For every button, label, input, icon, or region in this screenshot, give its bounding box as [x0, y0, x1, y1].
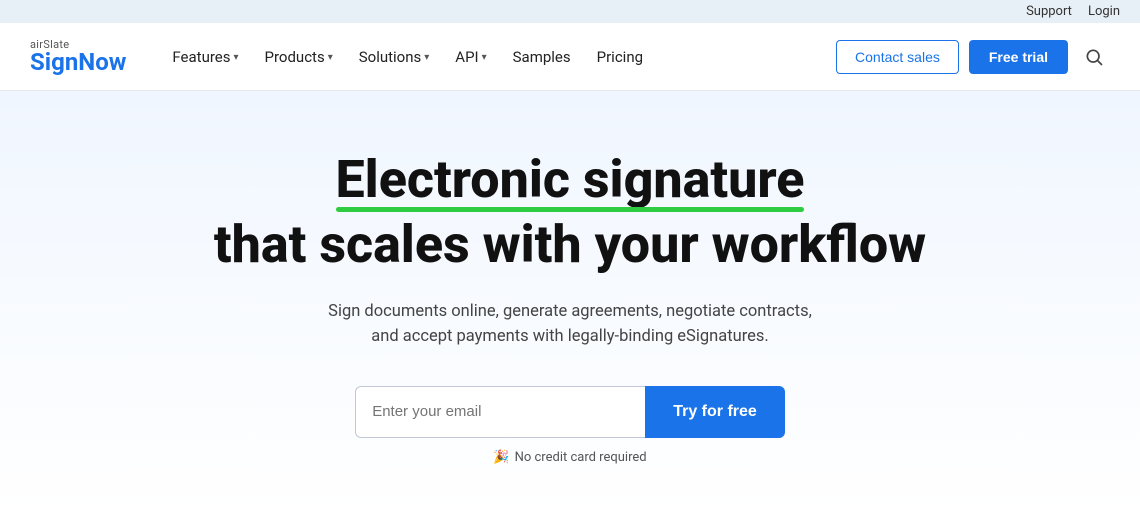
search-icon	[1084, 47, 1104, 67]
chevron-down-icon: ▾	[328, 52, 333, 63]
nav-links: Features ▾ Products ▾ Solutions ▾ API ▾ …	[162, 40, 836, 74]
nav-right: Contact sales Free trial	[836, 40, 1110, 74]
login-link[interactable]: Login	[1088, 4, 1120, 19]
nav-pricing[interactable]: Pricing	[587, 40, 653, 74]
hero-title-line1: Electronic signature	[336, 151, 805, 208]
chevron-down-icon: ▾	[482, 52, 487, 63]
top-bar: Support Login	[0, 0, 1140, 23]
hero-subtitle: Sign documents online, generate agreemen…	[320, 299, 820, 350]
contact-sales-button[interactable]: Contact sales	[836, 40, 959, 74]
green-underline	[336, 207, 805, 212]
logo[interactable]: airSlate SignNow	[30, 39, 126, 74]
hero-cta: Try for free	[355, 386, 785, 438]
chevron-down-icon: ▾	[233, 52, 238, 63]
support-link[interactable]: Support	[1026, 4, 1072, 19]
try-for-free-button[interactable]: Try for free	[645, 386, 785, 438]
nav-solutions[interactable]: Solutions ▾	[349, 40, 440, 74]
nav-features[interactable]: Features ▾	[162, 40, 248, 74]
logo-signnow: SignNow	[30, 50, 126, 74]
no-credit-card-note: 🎉 No credit card required	[493, 450, 646, 465]
hero-title: Electronic signature that scales with yo…	[214, 151, 926, 277]
nav-products[interactable]: Products ▾	[255, 40, 343, 74]
search-button[interactable]	[1078, 41, 1110, 73]
email-input[interactable]	[355, 386, 645, 438]
nav-api[interactable]: API ▾	[445, 40, 496, 74]
free-trial-button[interactable]: Free trial	[969, 40, 1068, 74]
chevron-down-icon: ▾	[424, 52, 429, 63]
hero-section: Electronic signature that scales with yo…	[0, 91, 1140, 515]
nav-samples[interactable]: Samples	[503, 40, 581, 74]
navbar: airSlate SignNow Features ▾ Products ▾ S…	[0, 23, 1140, 91]
hero-title-line2: that scales with your workflow	[214, 214, 926, 276]
